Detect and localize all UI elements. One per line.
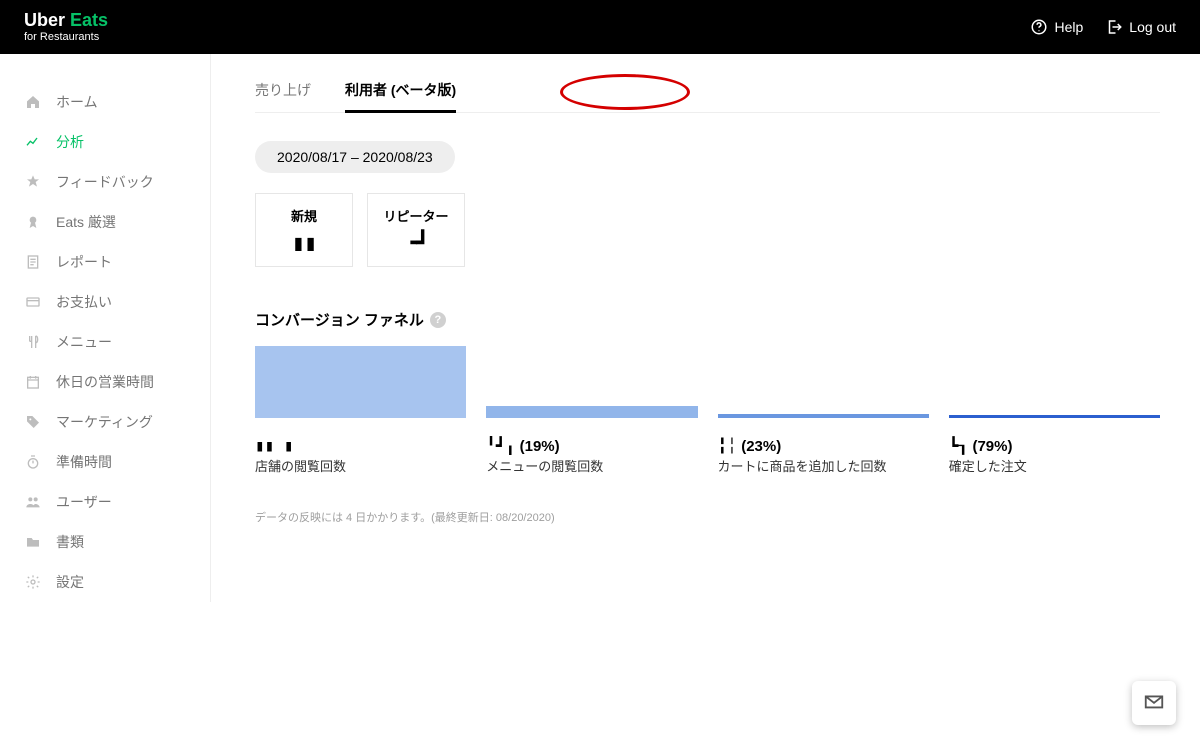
sidebar-label: ホーム	[56, 92, 98, 112]
funnel-label: メニューの閲覧回数	[486, 456, 697, 475]
tab-label: 利用者 (ベータ版)	[345, 82, 456, 98]
card-icon	[24, 294, 42, 310]
folder-icon	[24, 534, 42, 550]
data-note: データの反映には 4 日かかります。(最終更新日: 08/20/2020)	[255, 509, 1160, 525]
funnel-pct: (79%)	[972, 438, 1012, 455]
help-link[interactable]: Help	[1030, 18, 1083, 36]
sidebar-item-analytics[interactable]: 分析	[0, 122, 210, 162]
stat-card-repeat[interactable]: リピーター ╺┛	[367, 193, 465, 267]
help-icon	[1030, 18, 1048, 36]
funnel-title: コンバージョン ファネル	[255, 309, 424, 330]
sidebar-label: フィードバック	[56, 172, 154, 192]
sidebar-item-selection[interactable]: Eats 厳選	[0, 202, 210, 242]
card-value: ▮▮	[256, 231, 352, 256]
date-range-selector[interactable]: 2020/08/17 – 2020/08/23	[255, 141, 455, 173]
sidebar: ホーム 分析 フィードバック Eats 厳選 レポート お支払い メニュー 休	[0, 54, 210, 602]
funnel-pct: (23%)	[741, 438, 781, 455]
app-header: Uber Eats for Restaurants Help Log out	[0, 0, 1200, 54]
header-actions: Help Log out	[1030, 18, 1176, 36]
medal-icon	[24, 214, 42, 230]
funnel-label: 確定した注文	[949, 456, 1160, 475]
card-title: 新規	[256, 206, 352, 225]
info-icon[interactable]: ?	[430, 312, 446, 328]
mail-fab[interactable]	[1132, 681, 1176, 725]
timer-icon	[24, 454, 42, 470]
sidebar-item-reports[interactable]: レポート	[0, 242, 210, 282]
funnel-label: 店舗の閲覧回数	[255, 456, 466, 475]
sidebar-item-marketing[interactable]: マーケティング	[0, 402, 210, 442]
funnel-col-cart-adds: ╏╎ (23%) カートに商品を追加した回数	[718, 344, 929, 475]
sidebar-label: 設定	[56, 572, 84, 592]
tag-icon	[24, 414, 42, 430]
funnel-value: ╏╎	[718, 436, 737, 455]
sidebar-item-menu[interactable]: メニュー	[0, 322, 210, 362]
logo-brand: Uber	[24, 10, 65, 30]
funnel-label: カートに商品を追加した回数	[718, 456, 929, 475]
funnel-value: ╹┛╻	[486, 436, 515, 455]
funnel-value-row: ┗┒ (79%)	[949, 436, 1160, 456]
funnel-col-store-views: ▮▮ ▮ 店舗の閲覧回数	[255, 344, 466, 475]
sidebar-label: ユーザー	[56, 492, 112, 512]
main-content: 売り上げ 利用者 (ベータ版) 2020/08/17 – 2020/08/23 …	[210, 54, 1200, 602]
sidebar-item-feedback[interactable]: フィードバック	[0, 162, 210, 202]
funnel-col-menu-views: ╹┛╻ (19%) メニューの閲覧回数	[486, 344, 697, 475]
calendar-icon	[24, 374, 42, 390]
funnel-bar	[949, 344, 1160, 418]
tab-sales[interactable]: 売り上げ	[255, 74, 311, 112]
sidebar-item-home[interactable]: ホーム	[0, 82, 210, 122]
sidebar-label: お支払い	[56, 292, 112, 312]
logo-eats: Eats	[70, 10, 108, 30]
card-value: ╺┛	[368, 231, 464, 256]
sidebar-item-preptime[interactable]: 準備時間	[0, 442, 210, 482]
sidebar-item-settings[interactable]: 設定	[0, 562, 210, 602]
fork-icon	[24, 334, 42, 350]
funnel-title-row: コンバージョン ファネル ?	[255, 309, 1160, 330]
sidebar-label: 書類	[56, 532, 84, 552]
sidebar-label: 準備時間	[56, 452, 112, 472]
star-icon	[24, 174, 42, 190]
mail-icon	[1143, 690, 1165, 717]
funnel-value-row: ╹┛╻ (19%)	[486, 436, 697, 456]
sidebar-label: メニュー	[56, 332, 112, 352]
gear-icon	[24, 574, 42, 590]
chart-icon	[24, 134, 42, 150]
sidebar-item-holiday[interactable]: 休日の営業時間	[0, 362, 210, 402]
date-range-text: 2020/08/17 – 2020/08/23	[277, 149, 433, 165]
doc-icon	[24, 254, 42, 270]
logout-link[interactable]: Log out	[1105, 18, 1176, 36]
sidebar-item-users[interactable]: ユーザー	[0, 482, 210, 522]
users-icon	[24, 494, 42, 510]
logout-icon	[1105, 18, 1123, 36]
help-label: Help	[1054, 19, 1083, 35]
tab-customers[interactable]: 利用者 (ベータ版)	[345, 74, 456, 112]
funnel-bar	[486, 344, 697, 418]
sidebar-label: レポート	[56, 252, 112, 272]
tab-label: 売り上げ	[255, 82, 311, 98]
sidebar-label: 休日の営業時間	[56, 372, 154, 392]
funnel-value-row: ▮▮ ▮	[255, 436, 466, 456]
funnel-bar	[255, 344, 466, 418]
tabs: 売り上げ 利用者 (ベータ版)	[255, 74, 1160, 113]
funnel-value-row: ╏╎ (23%)	[718, 436, 929, 456]
funnel-value: ┗┒	[949, 436, 968, 455]
sidebar-label: 分析	[56, 132, 84, 152]
funnel-col-orders: ┗┒ (79%) 確定した注文	[949, 344, 1160, 475]
sidebar-label: マーケティング	[56, 412, 153, 432]
home-icon	[24, 94, 42, 110]
logo: Uber Eats for Restaurants	[24, 11, 108, 43]
logout-label: Log out	[1129, 19, 1176, 35]
highlight-annotation	[560, 74, 690, 110]
stat-card-new[interactable]: 新規 ▮▮	[255, 193, 353, 267]
conversion-funnel: ▮▮ ▮ 店舗の閲覧回数 ╹┛╻ (19%) メニューの閲覧回数 ╏╎ (23%…	[255, 344, 1160, 475]
sidebar-item-payments[interactable]: お支払い	[0, 282, 210, 322]
funnel-value: ▮▮ ▮	[255, 436, 294, 455]
sidebar-label: Eats 厳選	[56, 212, 116, 232]
stat-cards: 新規 ▮▮ リピーター ╺┛	[255, 193, 1160, 267]
sidebar-item-documents[interactable]: 書類	[0, 522, 210, 562]
logo-sub: for Restaurants	[24, 31, 108, 43]
funnel-bar	[718, 344, 929, 418]
card-title: リピーター	[368, 206, 464, 225]
funnel-pct: (19%)	[520, 438, 560, 455]
